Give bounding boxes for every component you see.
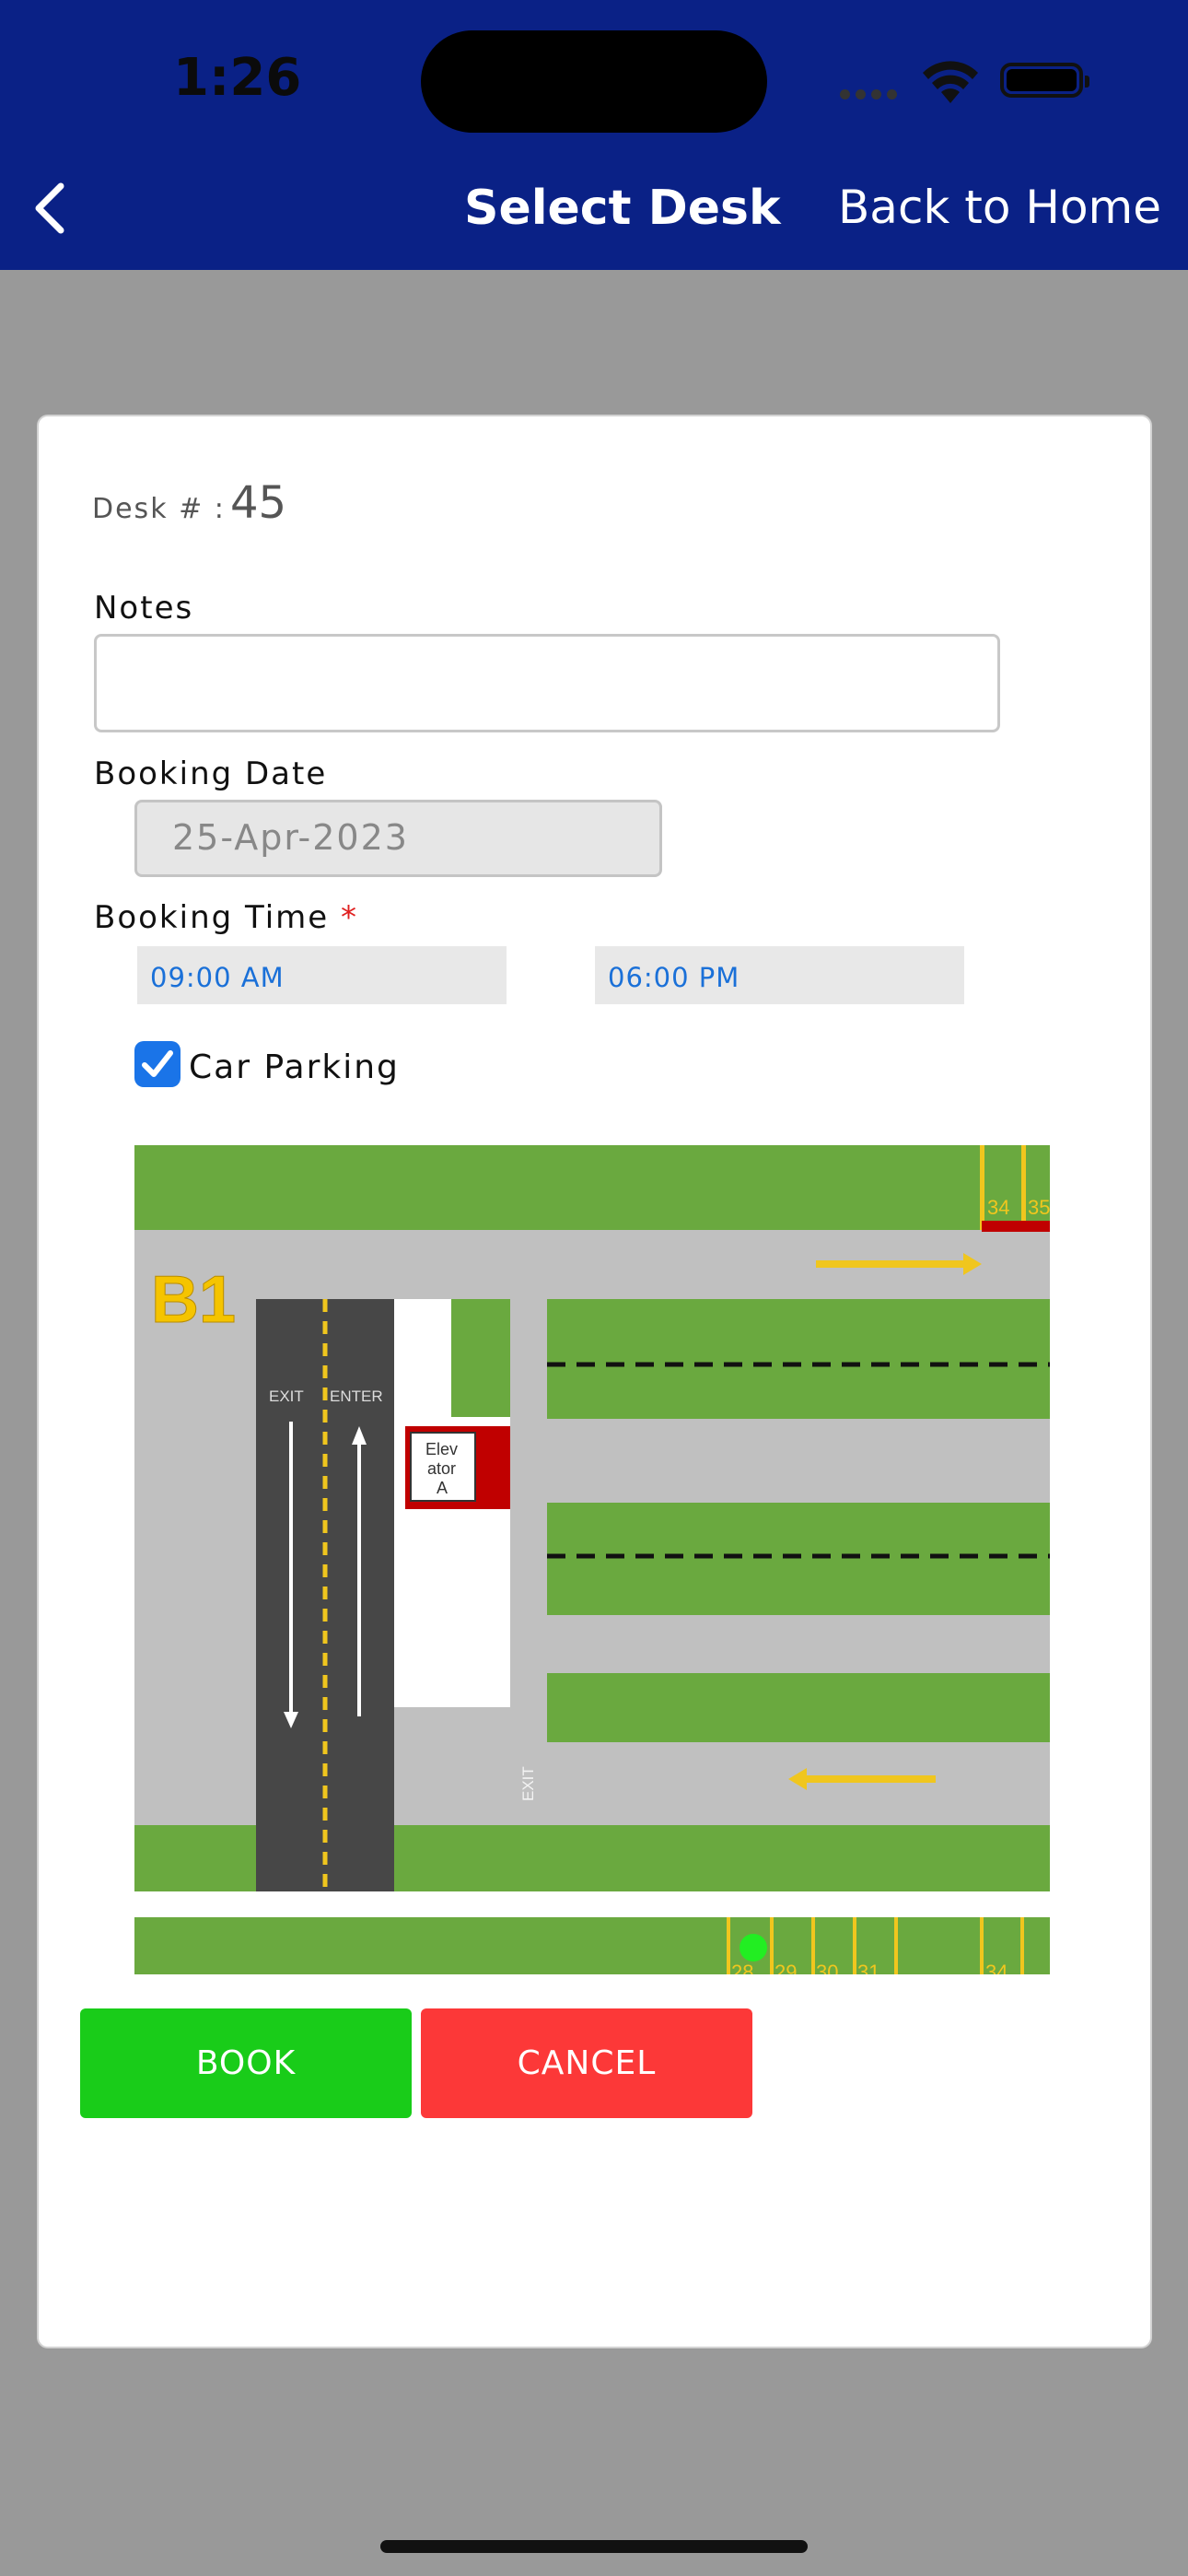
- notes-label: Notes: [94, 590, 194, 626]
- level-label: B1: [151, 1263, 236, 1337]
- battery-icon: [1000, 63, 1089, 98]
- parking-map[interactable]: 34 35 B1 EXIT ENTER Elev ator A EXIT 28 …: [134, 1145, 1050, 1974]
- elevator-label: A: [437, 1479, 448, 1497]
- booking-date-label: Booking Date: [94, 755, 328, 792]
- checkmark-icon: [142, 1050, 173, 1077]
- elevator-label: ator: [427, 1459, 456, 1478]
- exit-label: EXIT: [269, 1388, 304, 1405]
- cancel-button[interactable]: CANCEL: [421, 2008, 752, 2118]
- booking-date-field[interactable]: 25-Apr-2023: [134, 800, 662, 877]
- desk-number-row: Desk # : 45: [92, 477, 286, 529]
- booking-time-label: Booking Time: [94, 899, 330, 936]
- page-title: Select Desk: [464, 181, 781, 236]
- enter-label: ENTER: [330, 1388, 383, 1405]
- selected-slot-marker[interactable]: [740, 1934, 767, 1961]
- book-button[interactable]: BOOK: [80, 2008, 412, 2118]
- back-chevron-icon[interactable]: [31, 181, 68, 236]
- end-time-field[interactable]: 06:00 PM: [595, 946, 964, 1004]
- desk-label: Desk # :: [92, 493, 226, 525]
- booking-time-label-row: Booking Time *: [94, 899, 358, 936]
- dynamic-island: [421, 30, 767, 133]
- app-header: 1:26 Select Desk Back to Home: [0, 0, 1188, 270]
- parking-map-drawing: 34 35 B1 EXIT ENTER Elev ator A EXIT 28 …: [134, 1145, 1050, 1974]
- notes-input[interactable]: [94, 634, 1000, 732]
- car-parking-checkbox[interactable]: [134, 1041, 181, 1087]
- start-time-field[interactable]: 09:00 AM: [137, 946, 507, 1004]
- top-slot-label: 35: [1028, 1196, 1050, 1219]
- car-parking-label: Car Parking: [189, 1048, 400, 1086]
- bottom-slot-label: 31: [857, 1961, 879, 1974]
- top-slot-label: 34: [987, 1196, 1009, 1219]
- signal-icon: [840, 88, 903, 104]
- bottom-slot-label: 30: [816, 1961, 838, 1974]
- back-to-home-link[interactable]: Back to Home: [838, 181, 1161, 234]
- bottom-slot-label: 29: [775, 1961, 797, 1974]
- elevator-label: Elev: [425, 1440, 458, 1458]
- wifi-icon: [923, 61, 978, 103]
- bottom-slot-label: 34: [985, 1961, 1007, 1974]
- desk-number: 45: [229, 477, 287, 529]
- required-mark: *: [341, 899, 359, 936]
- side-exit-label: EXIT: [519, 1766, 537, 1801]
- status-time: 1:26: [173, 48, 302, 108]
- bottom-slot-label: 28: [731, 1961, 753, 1974]
- home-indicator: [380, 2540, 808, 2553]
